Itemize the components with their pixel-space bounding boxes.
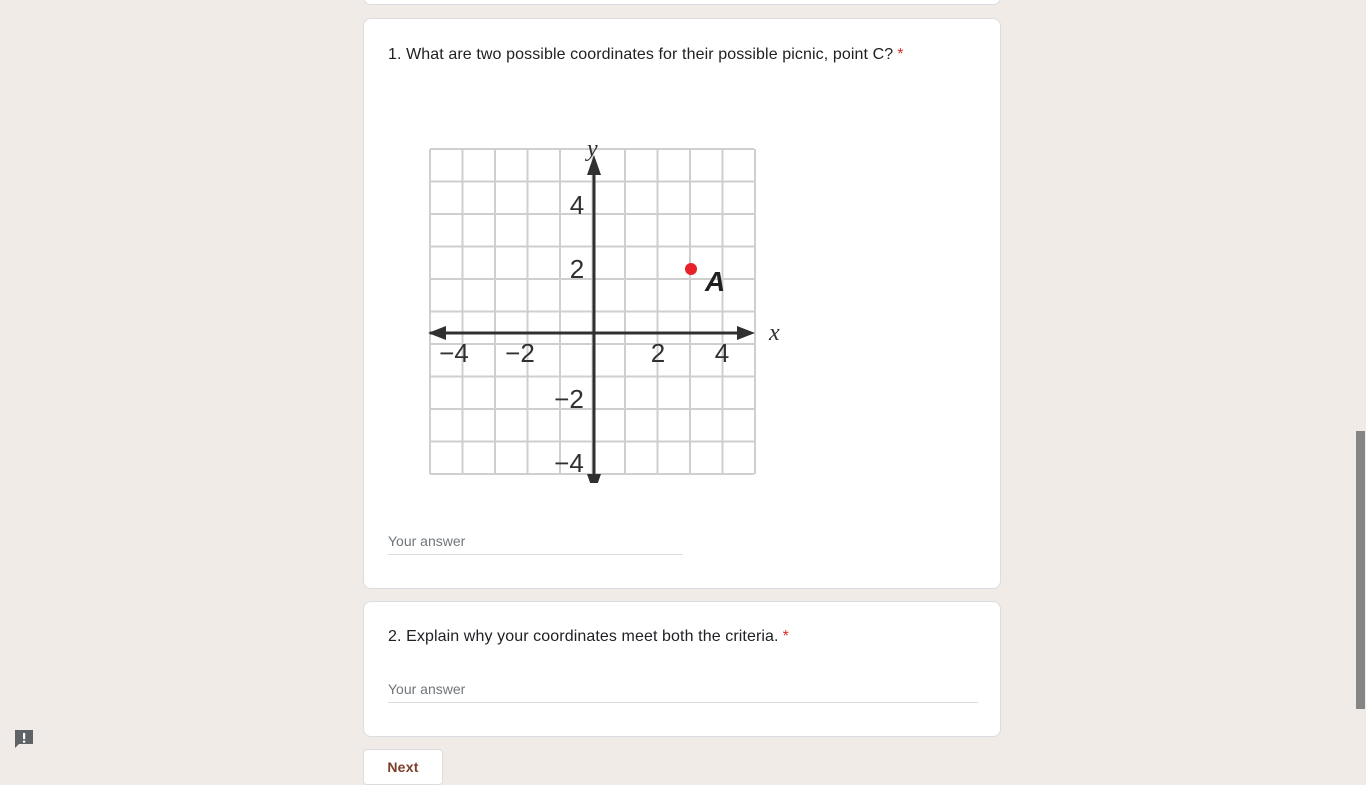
required-marker: * <box>897 46 904 63</box>
x-tick-label: −4 <box>439 338 469 368</box>
scrollbar-thumb[interactable] <box>1356 431 1365 709</box>
question-card-1: 1. What are two possible coordinates for… <box>363 18 1001 589</box>
previous-section-card <box>363 0 1001 5</box>
scrollbar-track[interactable] <box>1355 0 1366 768</box>
coordinate-grid-image: x y −4 −2 2 4 4 2 −2 −4 A <box>424 119 784 483</box>
y-tick-label: −2 <box>554 384 584 414</box>
question-1-title: 1. What are two possible coordinates for… <box>388 44 904 66</box>
x-tick-label: −2 <box>505 338 535 368</box>
y-axis-label: y <box>585 136 598 162</box>
point-a-label: A <box>704 266 725 297</box>
x-tick-label: 2 <box>651 338 665 368</box>
y-tick-label: −4 <box>554 448 584 478</box>
x-tick-label: 4 <box>715 338 729 368</box>
next-button[interactable]: Next <box>363 749 443 785</box>
required-marker: * <box>782 628 789 645</box>
question-card-2: 2. Explain why your coordinates meet bot… <box>363 601 1001 737</box>
question-1-text: 1. What are two possible coordinates for… <box>388 46 894 63</box>
y-tick-label: 4 <box>570 190 584 220</box>
report-problem-icon[interactable] <box>13 729 35 749</box>
y-tick-label: 2 <box>570 254 584 284</box>
answer-field-2[interactable] <box>388 677 978 703</box>
x-axis-label: x <box>768 320 780 346</box>
answer-field-1[interactable] <box>388 529 683 555</box>
next-button-label: Next <box>387 759 419 775</box>
question-2-text: 2. Explain why your coordinates meet bot… <box>388 628 779 645</box>
answer-input-2[interactable] <box>388 677 978 701</box>
answer-input-1[interactable] <box>388 529 683 553</box>
point-a-marker <box>685 263 697 275</box>
question-2-title: 2. Explain why your coordinates meet bot… <box>388 626 789 648</box>
